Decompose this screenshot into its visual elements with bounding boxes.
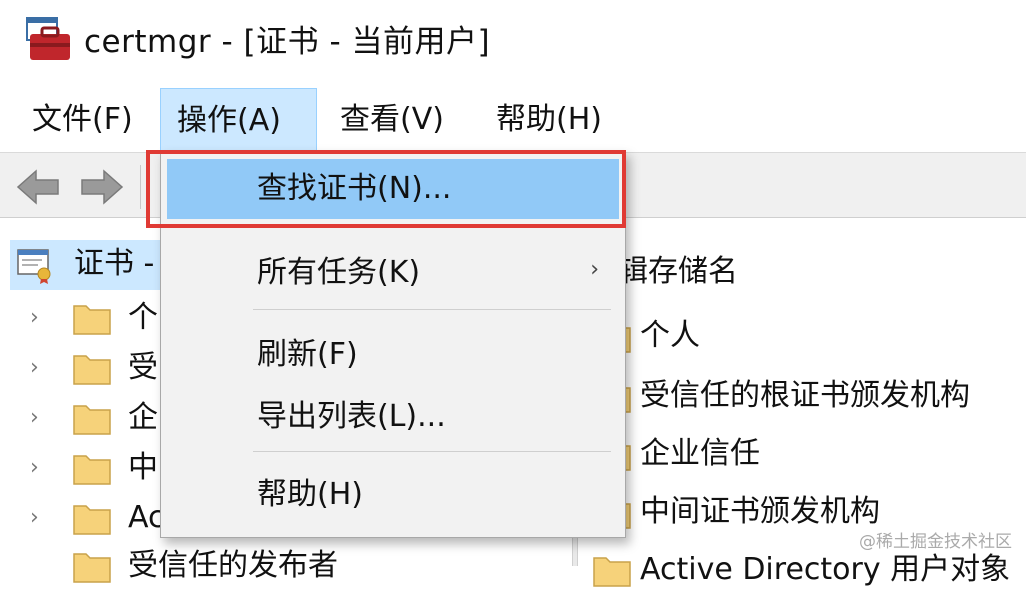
menu-item-label: 导出列表(L)...: [257, 399, 446, 434]
tree-item-label: 受信任的发布者: [128, 548, 338, 583]
chevron-right-icon[interactable]: ›: [30, 356, 46, 380]
tree-item-label: 中: [128, 450, 158, 485]
tree-item[interactable]: 受信任的发布者: [0, 542, 574, 592]
folder-icon: [73, 405, 111, 435]
submenu-arrow-icon: ›: [590, 257, 599, 282]
chevron-right-icon[interactable]: ›: [30, 306, 46, 330]
list-item-label: Active Directory 用户对象: [640, 552, 1011, 587]
folder-icon: [73, 455, 111, 485]
forward-arrow-icon[interactable]: [78, 167, 126, 207]
list-item-label: 企业信任: [640, 436, 760, 471]
list-column-header[interactable]: 辑存储名: [618, 252, 738, 292]
tree-item-label: 个: [128, 300, 158, 335]
chevron-right-icon[interactable]: ›: [30, 506, 46, 530]
folder-icon: [73, 505, 111, 535]
list-pane: 辑存储名 个人 受信任的根证书颁发机构 企业信任 中间证书颁发机构 Active…: [578, 232, 1026, 587]
list-item[interactable]: 个人: [578, 312, 1026, 362]
certificate-store-icon: [17, 249, 51, 284]
highlight-box: [146, 150, 626, 228]
menu-item-refresh[interactable]: 刷新(F): [167, 325, 619, 385]
menu-view[interactable]: 查看(V): [324, 88, 460, 152]
menu-item-export-list[interactable]: 导出列表(L)...: [167, 387, 619, 447]
list-item[interactable]: 企业信任: [578, 430, 1026, 480]
watermark: @稀土掘金技术社区: [859, 532, 1012, 552]
menu-item-label: 帮助(H): [257, 477, 363, 512]
menu-item-label: 刷新(F): [257, 337, 358, 372]
certificate-toolbox-icon: [26, 17, 70, 60]
menu-separator: [253, 451, 611, 452]
menu-help[interactable]: 帮助(H): [480, 88, 618, 152]
folder-icon: [73, 553, 111, 583]
menu-action[interactable]: 操作(A): [160, 88, 317, 152]
menu-separator: [253, 309, 611, 310]
chevron-right-icon[interactable]: ›: [30, 456, 46, 480]
list-item-label: 个人: [640, 318, 700, 353]
chevron-right-icon[interactable]: ›: [30, 406, 46, 430]
menu-item-label: 所有任务(K): [257, 255, 421, 290]
back-arrow-icon[interactable]: [14, 167, 62, 207]
tree-root-label: 证书 -: [74, 246, 155, 281]
folder-icon: [73, 355, 111, 385]
title-bar: certmgr - [证书 - 当前用户]: [0, 0, 1026, 88]
menu-item-help[interactable]: 帮助(H): [167, 465, 619, 525]
tree-item-label: 企: [128, 400, 158, 435]
window-title: certmgr - [证书 - 当前用户]: [84, 24, 491, 60]
toolbar-separator: [140, 165, 141, 209]
list-item-label: 中间证书颁发机构: [640, 494, 880, 529]
menu-file[interactable]: 文件(F): [16, 88, 149, 152]
folder-icon: [593, 557, 631, 587]
list-item-label: 受信任的根证书颁发机构: [640, 378, 970, 413]
list-item[interactable]: Active Directory 用户对象: [578, 546, 1026, 596]
menu-item-all-tasks[interactable]: 所有任务(K) ›: [167, 243, 619, 303]
folder-icon: [73, 305, 111, 335]
list-item[interactable]: 受信任的根证书颁发机构: [578, 372, 1026, 422]
menu-bar: 文件(F) 操作(A) 查看(V) 帮助(H): [0, 88, 1026, 152]
tree-item-label: 受: [128, 350, 158, 385]
